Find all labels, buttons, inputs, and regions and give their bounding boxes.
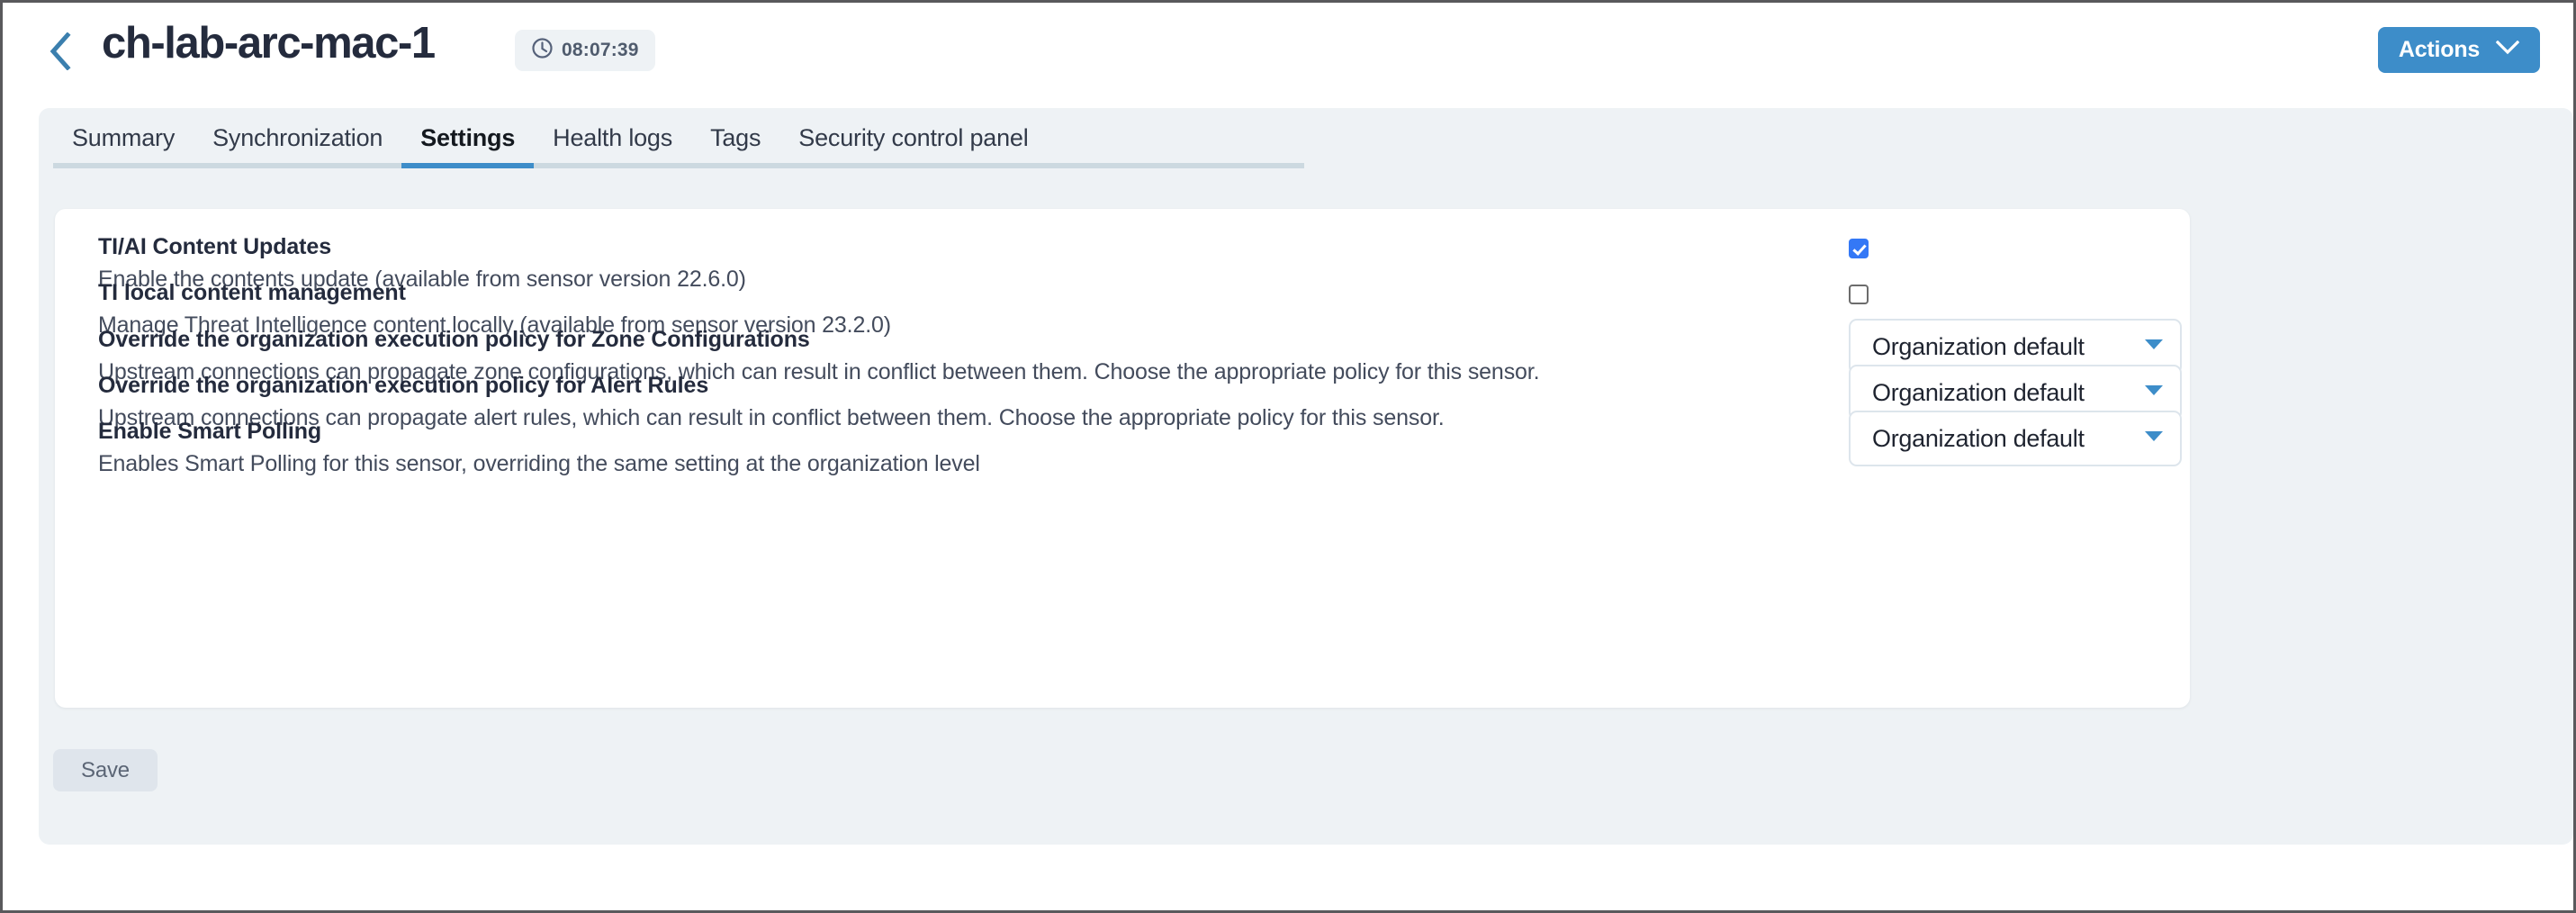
clock-icon bbox=[531, 37, 554, 64]
tab-label: Settings bbox=[420, 124, 516, 151]
setting-title: Override the organization execution poli… bbox=[98, 373, 709, 398]
ti-local-content-management-checkbox[interactable] bbox=[1849, 285, 1869, 304]
dropdown-value: Organization default bbox=[1872, 424, 2085, 452]
actions-button[interactable]: Actions bbox=[2378, 27, 2540, 73]
actions-button-label: Actions bbox=[2398, 37, 2481, 62]
setting-control bbox=[1849, 239, 1869, 258]
app-window: ch-lab-arc-mac-1 08:07:39 Actions Summar… bbox=[0, 0, 2576, 913]
chevron-left-icon bbox=[49, 32, 72, 70]
tab-label: Tags bbox=[710, 124, 761, 151]
chevron-down-icon bbox=[2144, 339, 2164, 355]
settings-card: TI/AI Content Updates Enable the content… bbox=[55, 209, 2190, 708]
ti-ai-content-updates-checkbox[interactable] bbox=[1849, 239, 1869, 258]
tab-label: Summary bbox=[72, 124, 176, 151]
tab-health-logs[interactable]: Health logs bbox=[534, 108, 691, 168]
setting-description: Enables Smart Polling for this sensor, o… bbox=[98, 451, 980, 476]
uptime-badge: 08:07:39 bbox=[515, 30, 655, 71]
setting-title: Override the organization execution poli… bbox=[98, 327, 810, 352]
tab-label: Health logs bbox=[553, 124, 673, 151]
chevron-down-icon bbox=[2495, 40, 2520, 59]
page-title: ch-lab-arc-mac-1 bbox=[102, 19, 436, 68]
save-button-label: Save bbox=[81, 757, 130, 782]
uptime-value: 08:07:39 bbox=[562, 40, 639, 60]
back-button[interactable] bbox=[35, 26, 86, 77]
dropdown-value: Organization default bbox=[1872, 332, 2085, 360]
content-panel: Summary Synchronization Settings Health … bbox=[39, 108, 2573, 845]
tab-settings[interactable]: Settings bbox=[401, 108, 535, 168]
tab-tags[interactable]: Tags bbox=[691, 108, 779, 168]
smart-polling-dropdown[interactable]: Organization default bbox=[1849, 411, 2182, 466]
tab-bar: Summary Synchronization Settings Health … bbox=[39, 108, 2573, 168]
setting-title: Enable Smart Polling bbox=[98, 419, 322, 444]
tab-summary[interactable]: Summary bbox=[53, 108, 194, 168]
tab-label: Security control panel bbox=[798, 124, 1029, 151]
page-header: ch-lab-arc-mac-1 08:07:39 Actions bbox=[3, 3, 2573, 104]
tab-label: Synchronization bbox=[212, 124, 383, 151]
setting-title: TI/AI Content Updates bbox=[98, 234, 332, 259]
chevron-down-icon bbox=[2144, 430, 2164, 447]
dropdown-value: Organization default bbox=[1872, 378, 2085, 406]
setting-title: TI local content management bbox=[98, 280, 406, 305]
setting-control bbox=[1849, 285, 1869, 304]
tab-list: Summary Synchronization Settings Health … bbox=[53, 108, 1048, 168]
save-button[interactable]: Save bbox=[53, 749, 158, 791]
tab-security-control-panel[interactable]: Security control panel bbox=[779, 108, 1047, 168]
tab-synchronization[interactable]: Synchronization bbox=[194, 108, 401, 168]
setting-text-block: Enable Smart Polling Enables Smart Polli… bbox=[98, 418, 980, 478]
chevron-down-icon bbox=[2144, 384, 2164, 401]
setting-control: Organization default bbox=[1849, 411, 2182, 466]
